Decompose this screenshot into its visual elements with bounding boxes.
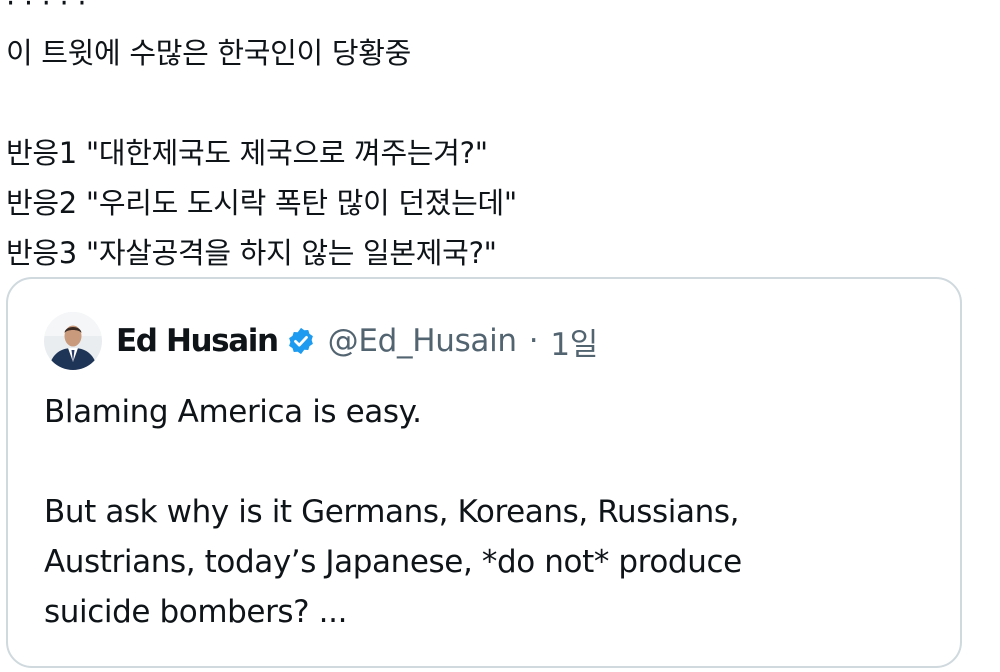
quoted-tweet-text: Blaming America is easy. But ask why is … <box>44 387 944 637</box>
tweet-line: 반응1 "대한제국도 제국으로 껴주는겨?" <box>6 136 488 170</box>
quoted-text-line: suicide bombers? ... <box>44 594 348 630</box>
tweet-line-clipped: · · · · · <box>6 0 87 20</box>
separator-dot: · <box>528 323 539 359</box>
verified-badge-icon <box>286 326 316 356</box>
quoted-text-line-blank <box>44 437 944 487</box>
tweet-line: 반응2 "우리도 도시락 폭탄 많이 던졌는데" <box>6 186 517 220</box>
tweet-line: 이 트윗에 수많은 한국인이 당황중 <box>6 36 411 70</box>
quoted-author-name[interactable]: Ed Husain <box>116 323 279 359</box>
tweet-line: 반응3 "자살공격을 하지 않는 일본제국?" <box>6 236 497 270</box>
quoted-tweet-time[interactable]: 1일 <box>550 319 598 364</box>
quoted-text-line: Austrians, today’s Japanese, *do not* pr… <box>44 544 742 580</box>
quoted-text-line: But ask why is it Germans, Koreans, Russ… <box>44 494 740 530</box>
tweet-text: · · · · · 이 트윗에 수많은 한국인이 당황중 반응1 "대한제국도 … <box>6 0 986 278</box>
quoted-tweet-header: Ed Husain @Ed_Husain · 1일 <box>44 311 598 371</box>
quoted-text-line: Blaming America is easy. <box>44 394 422 430</box>
quoted-author-handle[interactable]: @Ed_Husain <box>328 323 517 359</box>
quoted-tweet-card[interactable]: Ed Husain @Ed_Husain · 1일 Blaming Americ… <box>6 277 962 668</box>
avatar[interactable] <box>44 312 102 370</box>
